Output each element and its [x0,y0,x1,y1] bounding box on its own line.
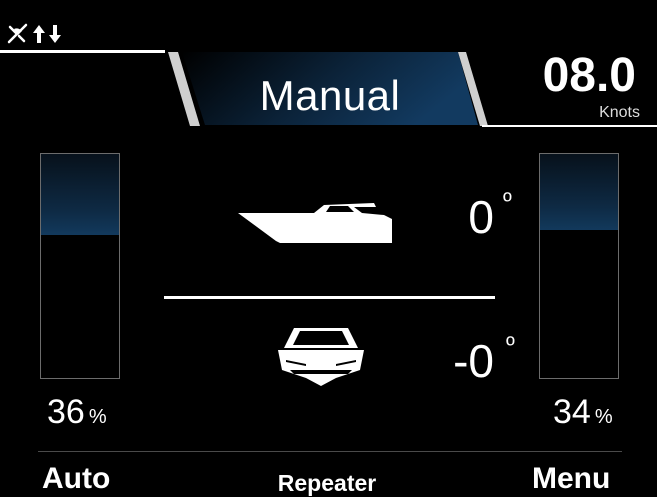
right-tab-percent-sign: % [594,406,613,428]
left-tab-percent: 36 % [47,393,107,433]
softkey-divider [38,451,622,452]
up-arrow-icon [32,23,46,45]
trim-tab-screen: Manual 08.0 Knots 36 % 34 % 0 º -0 º Aut… [0,0,657,497]
speed-unit: Knots [599,104,640,121]
mode-label[interactable]: Manual [195,72,465,120]
trim-angle-value: 0 [468,191,494,243]
left-tab-percent-value: 36 [47,393,85,431]
list-angle-value: -0 [453,335,494,387]
right-tab-percent-value: 34 [553,393,591,431]
menu-softkey[interactable]: Menu [532,462,610,496]
right-tab-gauge-fill [540,154,618,230]
down-arrow-icon [48,23,62,45]
gps-off-icon [6,23,30,45]
trim-degree-symbol: º [503,188,512,215]
status-bar [6,22,62,46]
left-tab-gauge [40,153,120,379]
left-tab-gauge-fill [41,154,119,235]
list-degree-symbol: º [506,332,515,359]
horizon-line [164,296,495,299]
left-tab-percent-sign: % [88,406,107,428]
right-tab-gauge [539,153,619,379]
auto-softkey[interactable]: Auto [42,462,110,496]
speed-readout: 08.0 [542,49,636,102]
right-tab-percent: 34 % [553,393,613,433]
boat-front-view-icon [276,318,366,393]
boat-side-view-icon [236,197,396,250]
repeater-softkey[interactable]: Repeater [262,470,392,497]
